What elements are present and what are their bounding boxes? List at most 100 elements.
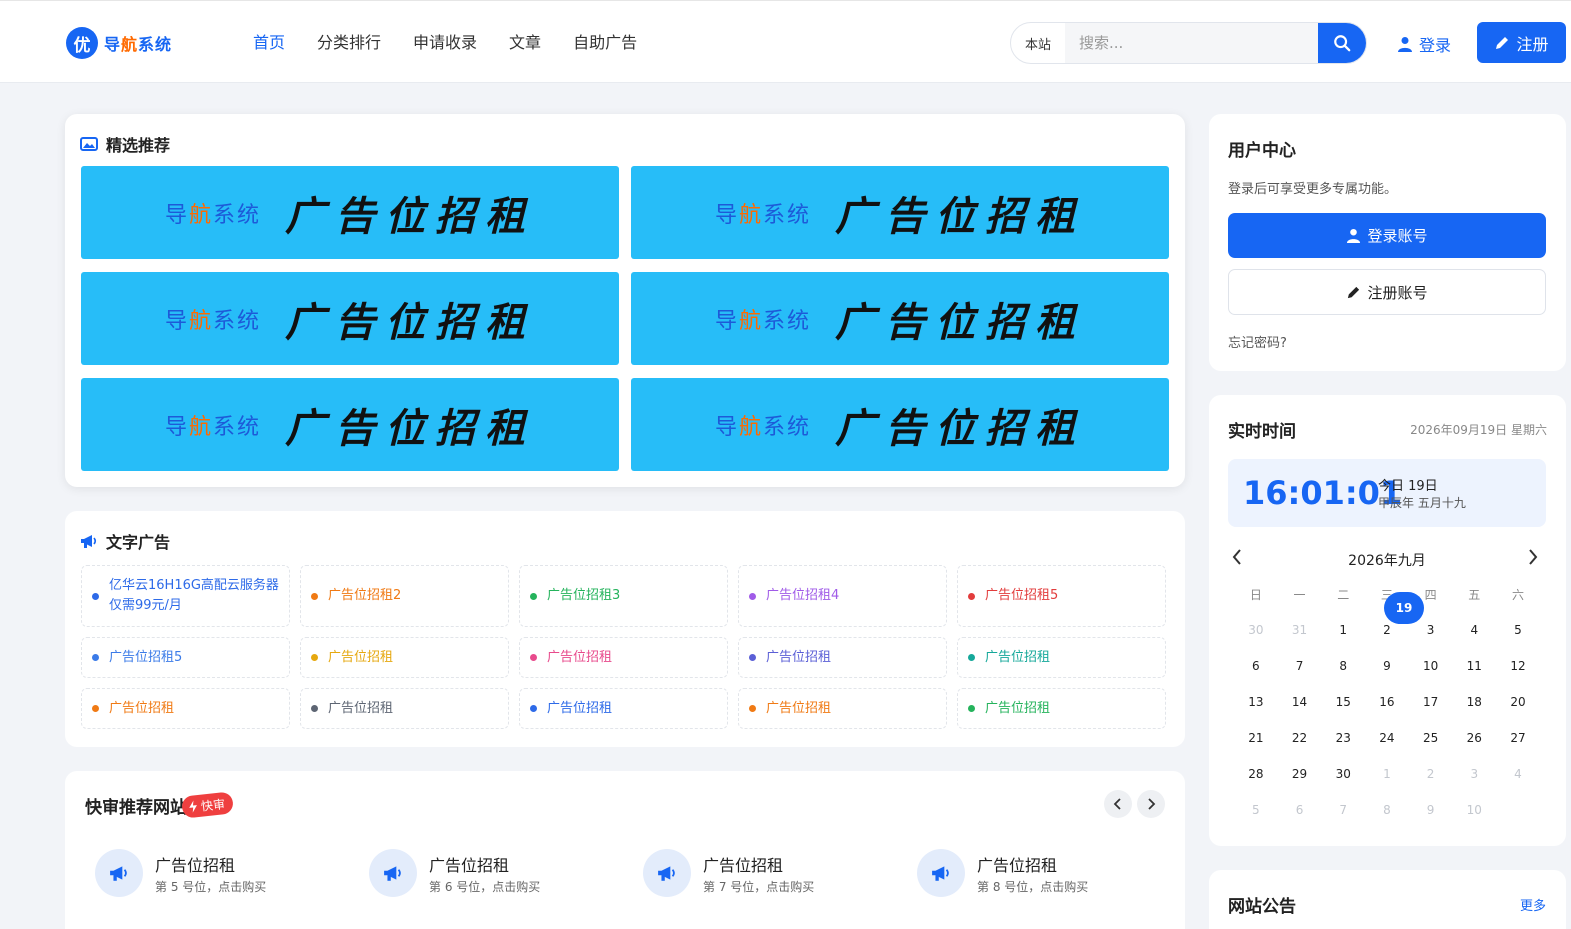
bullet-dot [530,654,537,661]
calendar-day[interactable]: 10 [1452,792,1496,828]
nav-home[interactable]: 首页 [253,31,285,55]
ad-banner[interactable]: 导航系统 广告位招租 [631,166,1169,259]
ad-banner[interactable]: 导航系统 广告位招租 [631,272,1169,365]
bullet-dot [92,705,99,712]
calendar-day-number: 4 [1514,767,1522,781]
calendar-day[interactable]: 9 [1409,792,1453,828]
calendar-day[interactable]: 1 [1321,612,1365,648]
calendar-day-today[interactable]: 19 [1384,592,1424,624]
login-account-button[interactable]: 登录账号 [1228,213,1546,258]
ad-banner[interactable]: 导航系统 广告位招租 [81,378,619,471]
text-ad-item[interactable]: 广告位招租2 [300,565,509,627]
calendar-next-month[interactable] [1528,549,1538,569]
calendar-day[interactable]: 22 [1278,720,1322,756]
text-ad-item[interactable]: 广告位招租5 [957,565,1166,627]
calendar-day[interactable]: 1 [1365,756,1409,792]
calendar-day[interactable]: 5 [1496,612,1540,648]
text-ad-item[interactable]: 广告位招租 [957,688,1166,729]
calendar-day[interactable]: 6 [1234,648,1278,684]
calendar-day[interactable]: 21 [1234,720,1278,756]
calendar-day[interactable]: 5 [1234,792,1278,828]
calendar-day[interactable]: 14 [1278,684,1322,720]
calendar-day[interactable]: 31 [1278,612,1322,648]
bullet-dot [530,705,537,712]
calendar-day[interactable]: 11 [1452,648,1496,684]
text-ad-item[interactable]: 广告位招租 [81,688,290,729]
banner-brand-highlight: 航 [738,308,763,334]
calendar-day[interactable]: 4 [1496,756,1540,792]
ad-slot[interactable]: 广告位招租第 5 号位，点击购买 [95,849,369,897]
forgot-password-link[interactable]: 忘记密码? [1228,332,1287,351]
nav-articles[interactable]: 文章 [509,31,541,55]
calendar-day-number: 21 [1248,731,1264,745]
ad-slot-text: 广告位招租第 5 号位，点击购买 [155,852,266,895]
chevron-right-icon [1529,549,1538,565]
calendar-day[interactable]: 9 [1365,648,1409,684]
calendar-day[interactable]: 4 [1452,612,1496,648]
calendar-day[interactable]: 7 [1321,792,1365,828]
banner-brand: 导航系统 [165,197,261,229]
site-logo[interactable]: 优 导航系统 [66,26,172,60]
ad-slot[interactable]: 广告位招租第 7 号位，点击购买 [643,849,917,897]
calendar-day[interactable]: 12 [1496,648,1540,684]
calendar-day[interactable]: 16 [1365,684,1409,720]
ad-banner[interactable]: 导航系统 广告位招租 [81,166,619,259]
calendar-day[interactable]: 30 [1234,612,1278,648]
ad-banner[interactable]: 导航系统 广告位招租 [81,272,619,365]
calendar-day[interactable]: 17 [1409,684,1453,720]
text-ad-item[interactable]: 广告位招租5 [81,637,290,678]
today-label: 今日 19日 [1378,479,1438,494]
text-ad-item[interactable]: 广告位招租 [300,637,509,678]
ad-slot[interactable]: 广告位招租第 8 号位，点击购买 [917,849,1191,897]
calendar-day[interactable]: 8 [1321,648,1365,684]
calendar-day[interactable]: 26 [1452,720,1496,756]
text-ad-item[interactable]: 广告位招租4 [738,565,947,627]
text-ad-item[interactable]: 广告位招租 [957,637,1166,678]
calendar-day[interactable]: 7 [1278,648,1322,684]
ad-banner[interactable]: 导航系统 广告位招租 [631,378,1169,471]
calendar-day[interactable]: 27 [1496,720,1540,756]
text-ad-item[interactable]: 广告位招租 [519,688,728,729]
calendar-day[interactable]: 18 [1452,684,1496,720]
text-ad-item[interactable]: 广告位招租 [738,637,947,678]
calendar-day[interactable]: 15 [1321,684,1365,720]
calendar-day[interactable]: 8 [1365,792,1409,828]
search-scope-select[interactable]: 本站 [1011,34,1065,53]
header-login-link[interactable]: 登录 [1397,32,1451,56]
text-ad-item[interactable]: 广告位招租 [738,688,947,729]
calendar-day[interactable]: 20 [1496,684,1540,720]
text-ad-item[interactable]: 广告位招租 [300,688,509,729]
search-input[interactable] [1065,23,1318,63]
calendar-day[interactable]: 25 [1409,720,1453,756]
text-ad-item[interactable]: 广告位招租 [519,637,728,678]
main-nav: 首页 分类排行 申请收录 文章 自助广告 [253,31,669,55]
calendar-day[interactable]: 24 [1365,720,1409,756]
search-button[interactable] [1318,23,1366,63]
carousel-next-button[interactable] [1137,790,1165,818]
calendar-day[interactable]: 23 [1321,720,1365,756]
register-account-button[interactable]: 注册账号 [1228,269,1546,315]
nav-submit-site[interactable]: 申请收录 [413,31,477,55]
banner-brand-part: 导 [714,308,739,334]
nav-category-rank[interactable]: 分类排行 [317,31,381,55]
megaphone-icon [95,849,143,897]
text-ad-item[interactable]: 亿华云16H16G高配云服务器仅需99元/月 [81,565,290,627]
notice-more-link[interactable]: 更多 [1520,895,1546,914]
top-header: 优 导航系统 首页 分类排行 申请收录 文章 自助广告 本站 登录 注册 [0,0,1571,83]
nav-self-ads[interactable]: 自助广告 [573,31,637,55]
calendar-day[interactable]: 13 [1234,684,1278,720]
calendar-day[interactable]: 28 [1234,756,1278,792]
banner-brand-part: 系统 [213,414,262,440]
header-register-button[interactable]: 注册 [1477,22,1566,63]
text-ad-item[interactable]: 广告位招租3 [519,565,728,627]
bullet-dot [530,592,537,600]
calendar-day[interactable]: 29 [1278,756,1322,792]
carousel-prev-button[interactable] [1104,790,1132,818]
calendar-day[interactable]: 30 [1321,756,1365,792]
calendar-day[interactable]: 3 [1452,756,1496,792]
calendar-day[interactable]: 6 [1278,792,1322,828]
calendar-day-number: 28 [1248,767,1264,781]
calendar-day[interactable]: 2 [1409,756,1453,792]
ad-slot[interactable]: 广告位招租第 6 号位，点击购买 [369,849,643,897]
calendar-day[interactable]: 10 [1409,648,1453,684]
